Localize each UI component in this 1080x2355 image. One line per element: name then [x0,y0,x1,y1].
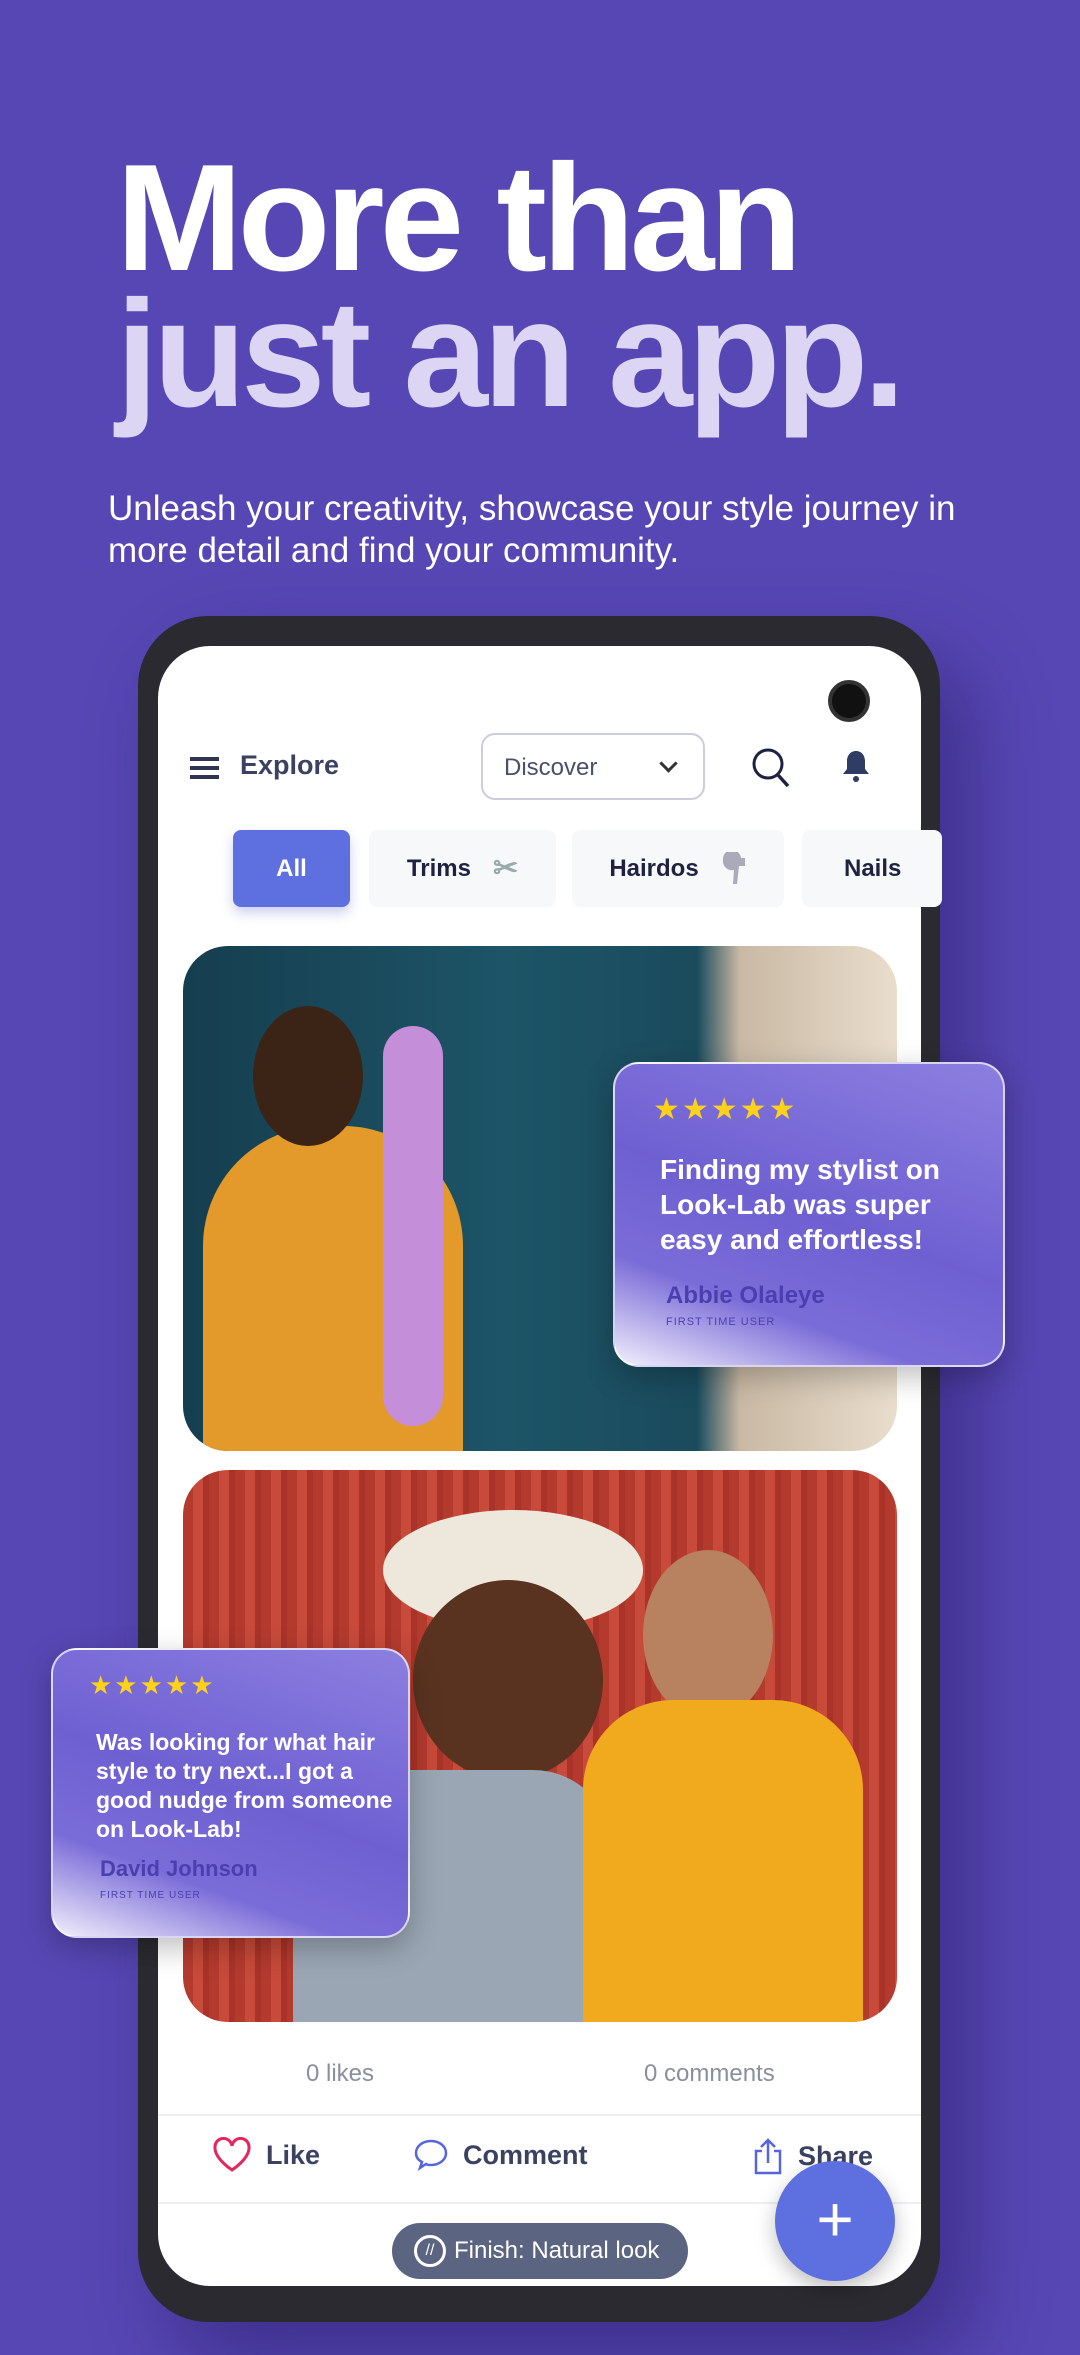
star-rating: ★★★★★ [89,1670,216,1700]
braids [383,1026,443,1426]
star-rating: ★★★★★ [653,1093,798,1126]
reviewer-role: FIRST TIME USER [100,1890,201,1901]
comment-label: Comment [463,2139,588,2170]
review-card-abbie: ★★★★★ Finding my stylist on Look-Lab was… [613,1062,1005,1367]
search-icon[interactable] [750,746,792,790]
heart-icon [213,2137,251,2172]
face-right [643,1550,773,1720]
camera-icon [828,680,870,722]
hair-dryer-icon [722,851,745,884]
add-post-button[interactable]: + [775,2161,895,2281]
sweater-right [583,1700,863,2022]
chip-label: Nails [844,854,902,882]
face-left [413,1580,603,1780]
likes-count: 0 likes [306,2060,375,2087]
review-quote: Was looking for what hair style to try n… [96,1729,393,1842]
discover-dropdown[interactable]: Discover [481,733,705,800]
chip-trims[interactable]: Trims ✂ [369,830,556,907]
hero-title-line1: More than [116,133,802,303]
finish-label: Finish: Natural look [454,2237,660,2264]
chip-label: Hairdos [609,854,699,882]
scissors-icon: ✂ [492,852,519,885]
chip-label: All [276,854,307,882]
hero-title: More than just an app. [116,133,906,439]
hero-subtitle: Unleash your creativity, showcase your s… [108,489,956,570]
review-quote: Finding my stylist on Look-Lab was super… [660,1154,941,1255]
chip-nails[interactable]: Nails [802,830,942,907]
like-label: Like [266,2139,321,2170]
hero-title-line2: just an app. [116,269,906,439]
figure-head [253,1006,363,1146]
finish-tag[interactable]: // Finish: Natural look [392,2223,688,2279]
dropdown-value: Discover [504,754,598,781]
divider [158,2114,921,2116]
share-icon [754,2138,782,2175]
like-button[interactable]: Like [212,2137,320,2173]
reviewer-name: David Johnson [100,1856,258,1881]
chevron-down-icon [659,754,678,773]
reviewer-name: Abbie Olaleye [666,1282,825,1309]
comment-icon [414,2139,448,2172]
review-card-david: ★★★★★ Was looking for what hair style to… [51,1648,410,1938]
comments-count: 0 comments [644,2060,775,2087]
chip-all[interactable]: All [233,830,350,907]
finish-icon: // [414,2235,446,2267]
header-title: Explore [240,750,340,780]
menu-icon[interactable] [190,757,219,779]
bell-icon[interactable] [840,748,872,784]
chip-hairdos[interactable]: Hairdos [572,830,784,907]
reviewer-role: FIRST TIME USER [666,1316,776,1328]
chip-label: Trims [406,854,471,882]
comment-button[interactable]: Comment [413,2137,588,2173]
